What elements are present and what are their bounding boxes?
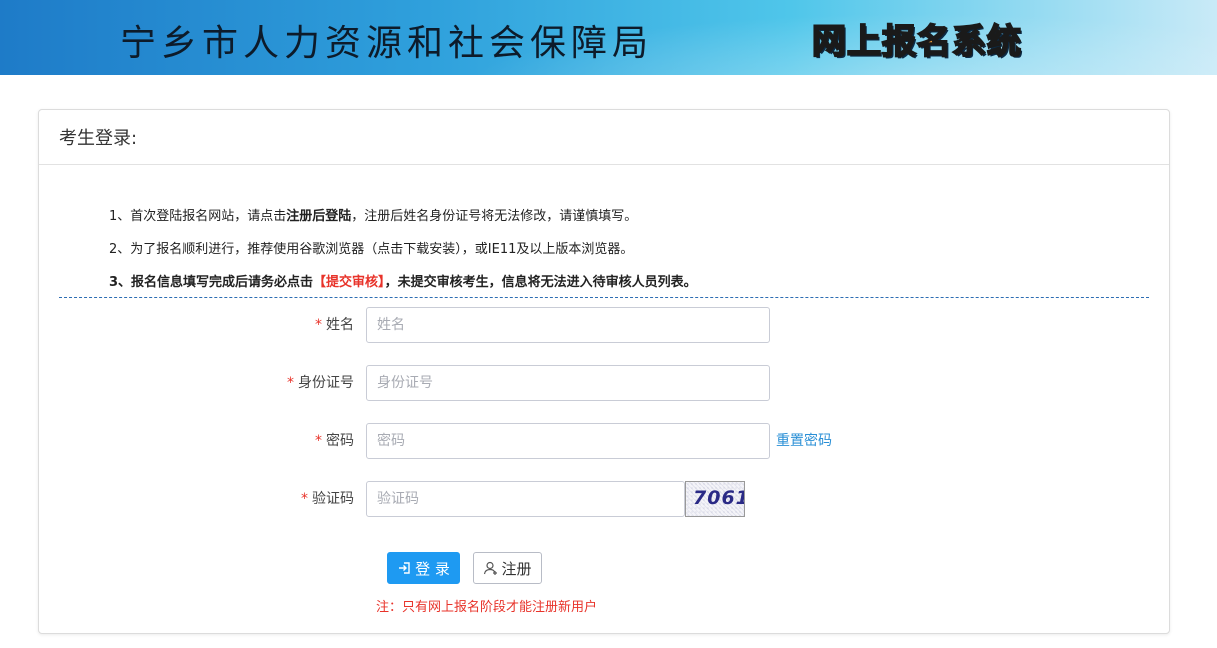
login-button-label: 登 录 bbox=[415, 559, 450, 578]
user-add-icon bbox=[483, 560, 499, 576]
name-label: * 姓名 bbox=[315, 307, 354, 343]
reset-password-link[interactable]: 重置密码 bbox=[776, 423, 832, 459]
instruction-3-prefix: 3、报名信息填写完成后请务必点击 bbox=[109, 275, 314, 290]
organization-name: 宁乡市人力资源和社会保障局 bbox=[120, 23, 654, 64]
system-title-char: 报 bbox=[881, 21, 917, 63]
id-number-label: * 身份证号 bbox=[287, 365, 354, 401]
instruction-1-prefix: 1、首次登陆报名网站，请点击 bbox=[109, 209, 287, 224]
system-title-char: 网 bbox=[811, 21, 847, 63]
login-panel: 考生登录: 1、首次登陆报名网站，请点击注册后登陆，注册后姓名身份证号将无法修改… bbox=[38, 109, 1170, 634]
register-button-label: 注册 bbox=[501, 559, 532, 578]
sign-in-icon bbox=[397, 560, 413, 576]
instruction-3-highlight: 【提交审核】 bbox=[313, 275, 385, 290]
name-input[interactable] bbox=[366, 307, 770, 343]
instruction-1-bold: 注册后登陆 bbox=[286, 209, 352, 224]
captcha-label-text: 验证码 bbox=[312, 491, 354, 507]
name-label-text: 姓名 bbox=[326, 317, 354, 333]
password-label: * 密码 bbox=[315, 423, 354, 459]
captcha-code: 7061 bbox=[693, 487, 745, 509]
login-button[interactable]: 登 录 bbox=[387, 552, 460, 584]
captcha-image[interactable]: 7061 bbox=[685, 481, 745, 517]
captcha-row: *验证码 7061 bbox=[39, 481, 1171, 517]
register-button[interactable]: 注册 bbox=[473, 552, 542, 584]
header-banner: 宁乡市人力资源和社会保障局 网上报名系统 bbox=[0, 0, 1217, 75]
instruction-3: 3、报名信息填写完成后请务必点击【提交审核】，未提交审核考生，信息将无法进入待审… bbox=[109, 266, 697, 299]
panel-title: 考生登录: bbox=[59, 128, 138, 149]
instruction-3-suffix: ，未提交审核考生，信息将无法进入待审核人员列表。 bbox=[384, 275, 697, 290]
id-number-input[interactable] bbox=[366, 365, 770, 401]
system-title-char: 统 bbox=[986, 21, 1022, 63]
captcha-input[interactable] bbox=[366, 481, 685, 517]
name-row: * 姓名 bbox=[39, 307, 1171, 343]
register-note: 注：只有网上报名阶段才能注册新用户 bbox=[376, 600, 598, 615]
instructions: 1、首次登陆报名网站，请点击注册后登陆，注册后姓名身份证号将无法修改，请谨慎填写… bbox=[109, 200, 697, 299]
id-number-label-text: 身份证号 bbox=[298, 375, 354, 391]
password-label-text: 密码 bbox=[326, 433, 354, 449]
dashed-divider bbox=[59, 297, 1149, 298]
password-row: * 密码 重置密码 bbox=[39, 423, 1171, 459]
panel-header: 考生登录: bbox=[39, 110, 1169, 165]
required-mark: * bbox=[287, 375, 294, 391]
required-mark: * bbox=[301, 491, 308, 507]
system-title-char: 上 bbox=[846, 21, 882, 63]
required-mark: * bbox=[315, 317, 322, 333]
id-number-row: * 身份证号 bbox=[39, 365, 1171, 401]
system-title-char: 名 bbox=[916, 21, 952, 63]
system-logo-title: 网上报名系统 bbox=[811, 14, 1022, 63]
captcha-label: * 验证码 bbox=[301, 481, 354, 517]
required-mark: * bbox=[315, 433, 322, 449]
password-input[interactable] bbox=[366, 423, 770, 459]
system-title-char: 系 bbox=[951, 21, 987, 63]
instruction-1-suffix: ，注册后姓名身份证号将无法修改，请谨慎填写。 bbox=[351, 209, 638, 224]
instruction-2: 2、为了报名顺利进行，推荐使用谷歌浏览器（点击下载安装），或IE11及以上版本浏… bbox=[109, 242, 634, 257]
instruction-1: 1、首次登陆报名网站，请点击注册后登陆，注册后姓名身份证号将无法修改，请谨慎填写… bbox=[109, 200, 697, 233]
